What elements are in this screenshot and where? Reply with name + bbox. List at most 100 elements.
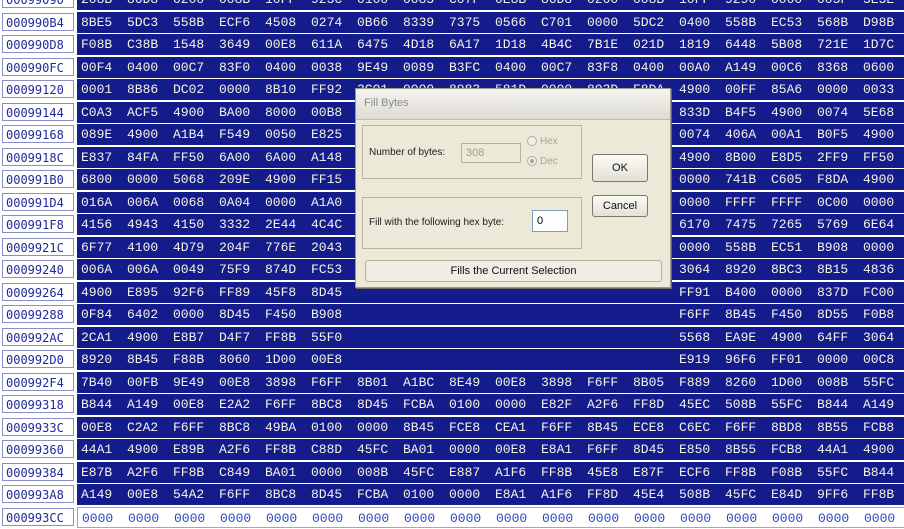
- hex-word[interactable]: C88D: [311, 439, 357, 460]
- hex-word[interactable]: 006A: [81, 259, 127, 280]
- hex-word[interactable]: EC51: [771, 237, 817, 258]
- hex-row-bytes[interactable]: 8920 8B45 F88B 8060 1D00 00E8 E919 96F6 FF01 0000…: [77, 349, 904, 370]
- hex-word[interactable]: 0F84: [81, 304, 127, 325]
- hex-word[interactable]: 3064: [863, 327, 904, 348]
- hex-word[interactable]: 00B8: [311, 102, 357, 123]
- hex-word[interactable]: 005F: [817, 0, 863, 10]
- hex-word[interactable]: 8260: [725, 372, 771, 393]
- hex-word[interactable]: 45FC: [403, 462, 449, 483]
- hex-row-bytes[interactable]: 00F4 0400 00C7 83F0 0400 0038 9E49 0089 B3FC 0400…: [77, 57, 904, 78]
- hex-word[interactable]: 4B4C: [541, 34, 587, 55]
- hex-word[interactable]: 833D: [679, 102, 725, 123]
- hex-word[interactable]: 55FC: [771, 394, 817, 415]
- hex-word[interactable]: B908: [817, 237, 863, 258]
- hex-word[interactable]: 00C6: [771, 57, 817, 78]
- hex-word[interactable]: 6E64: [863, 214, 904, 235]
- hex-word[interactable]: 008B: [357, 462, 403, 483]
- hex-word[interactable]: 00E8: [495, 439, 541, 460]
- hex-word[interactable]: F8DA: [817, 169, 863, 190]
- hex-word[interactable]: FF8B: [265, 439, 311, 460]
- hex-word[interactable]: 00C7: [173, 57, 219, 78]
- hex-word[interactable]: A2F6: [219, 439, 265, 460]
- hex-word[interactable]: 45FC: [357, 439, 403, 460]
- hex-word[interactable]: 0400: [265, 57, 311, 78]
- hex-word[interactable]: FF8D: [587, 484, 633, 505]
- hex-word[interactable]: 0085: [403, 0, 449, 10]
- hex-word[interactable]: B844: [863, 462, 904, 483]
- hex-word[interactable]: 8D45: [219, 304, 265, 325]
- hex-word[interactable]: FF92: [311, 79, 357, 100]
- hex-word[interactable]: ECE8: [633, 417, 679, 438]
- hex-word[interactable]: 0000: [265, 192, 311, 213]
- hex-word[interactable]: 55FC: [817, 462, 863, 483]
- hex-word[interactable]: FF50: [173, 147, 219, 168]
- hex-word[interactable]: 00E8: [495, 372, 541, 393]
- hex-word[interactable]: 54A2: [173, 484, 219, 505]
- hex-row-bytes[interactable]: 208B86D80200008B10FF923C01000085C07F0E8B…: [77, 0, 904, 10]
- hex-word[interactable]: 0049: [173, 259, 219, 280]
- hex-word[interactable]: 0000: [358, 508, 404, 529]
- hex-word[interactable]: 8000: [265, 102, 311, 123]
- hex-word[interactable]: 49BA: [265, 417, 311, 438]
- hex-word[interactable]: 8920: [81, 349, 127, 370]
- hex-word[interactable]: 8D45: [633, 439, 679, 460]
- hex-word[interactable]: 4900: [127, 124, 173, 145]
- hex-word[interactable]: 45FC: [725, 484, 771, 505]
- hex-word[interactable]: B0F5: [817, 124, 863, 145]
- hex-word[interactable]: F6FF: [679, 304, 725, 325]
- hex-row-bytes[interactable]: 8BE5 5DC3 558B ECF6 4508 0274 0B66 8339 7375 0566…: [77, 12, 904, 33]
- hex-word[interactable]: E84D: [771, 484, 817, 505]
- hex-word[interactable]: 0400: [679, 12, 725, 33]
- hex-word[interactable]: 008B: [219, 0, 265, 10]
- hex-word[interactable]: 508B: [725, 394, 771, 415]
- hex-word[interactable]: 83F8: [587, 57, 633, 78]
- hex-word[interactable]: 0000: [82, 508, 128, 529]
- hex-word[interactable]: 7B1E: [587, 34, 633, 55]
- hex-word[interactable]: 0000: [542, 508, 588, 529]
- hex-word[interactable]: 8BE5: [81, 12, 127, 33]
- hex-word[interactable]: FF91: [679, 282, 725, 303]
- dialog-title-bar[interactable]: Fill Bytes: [356, 89, 670, 120]
- hex-word[interactable]: 558B: [173, 12, 219, 33]
- hex-word[interactable]: F450: [265, 304, 311, 325]
- hex-word[interactable]: 4900: [173, 102, 219, 123]
- hex-word[interactable]: 00FB: [127, 372, 173, 393]
- hex-word[interactable]: 6A00: [265, 147, 311, 168]
- hex-word[interactable]: F6FF: [725, 417, 771, 438]
- hex-word[interactable]: 5DC2: [633, 12, 679, 33]
- hex-word[interactable]: 4900: [127, 439, 173, 460]
- hex-word[interactable]: E825: [311, 124, 357, 145]
- hex-word[interactable]: 021D: [633, 34, 679, 55]
- hex-word[interactable]: 0100: [357, 0, 403, 10]
- hex-word[interactable]: 0000: [404, 508, 450, 529]
- hex-word[interactable]: 00E8: [127, 484, 173, 505]
- hex-word[interactable]: 0000: [449, 484, 495, 505]
- hex-word[interactable]: A1F6: [541, 484, 587, 505]
- hex-word[interactable]: E87B: [81, 462, 127, 483]
- hex-word[interactable]: 0000: [128, 508, 174, 529]
- hex-word[interactable]: E837: [81, 147, 127, 168]
- hex-word[interactable]: ECF6: [679, 462, 725, 483]
- hex-word[interactable]: 0400: [633, 57, 679, 78]
- hex-word[interactable]: F889: [679, 372, 725, 393]
- hex-word[interactable]: 0000: [450, 508, 496, 529]
- hex-word[interactable]: 00E8: [219, 372, 265, 393]
- hex-word[interactable]: 0100: [403, 484, 449, 505]
- hex-word[interactable]: E850: [679, 439, 725, 460]
- hex-word[interactable]: F6FF: [265, 394, 311, 415]
- hex-word[interactable]: 9E49: [357, 57, 403, 78]
- hex-word[interactable]: 6A17: [449, 34, 495, 55]
- hex-word[interactable]: F08B: [81, 34, 127, 55]
- hex-word[interactable]: ECF6: [219, 12, 265, 33]
- hex-word[interactable]: 0600: [863, 57, 904, 78]
- hex-word[interactable]: C2A2: [127, 417, 173, 438]
- hex-word[interactable]: 8B86: [127, 79, 173, 100]
- hex-word[interactable]: BA00: [219, 102, 265, 123]
- hex-word[interactable]: 45E8: [587, 462, 633, 483]
- hex-word[interactable]: B844: [817, 394, 863, 415]
- hex-word[interactable]: 837D: [817, 282, 863, 303]
- hex-word[interactable]: FC53: [311, 259, 357, 280]
- hex-word[interactable]: 96F6: [725, 349, 771, 370]
- hex-word[interactable]: EA9E: [725, 327, 771, 348]
- hex-word[interactable]: 00A1: [771, 124, 817, 145]
